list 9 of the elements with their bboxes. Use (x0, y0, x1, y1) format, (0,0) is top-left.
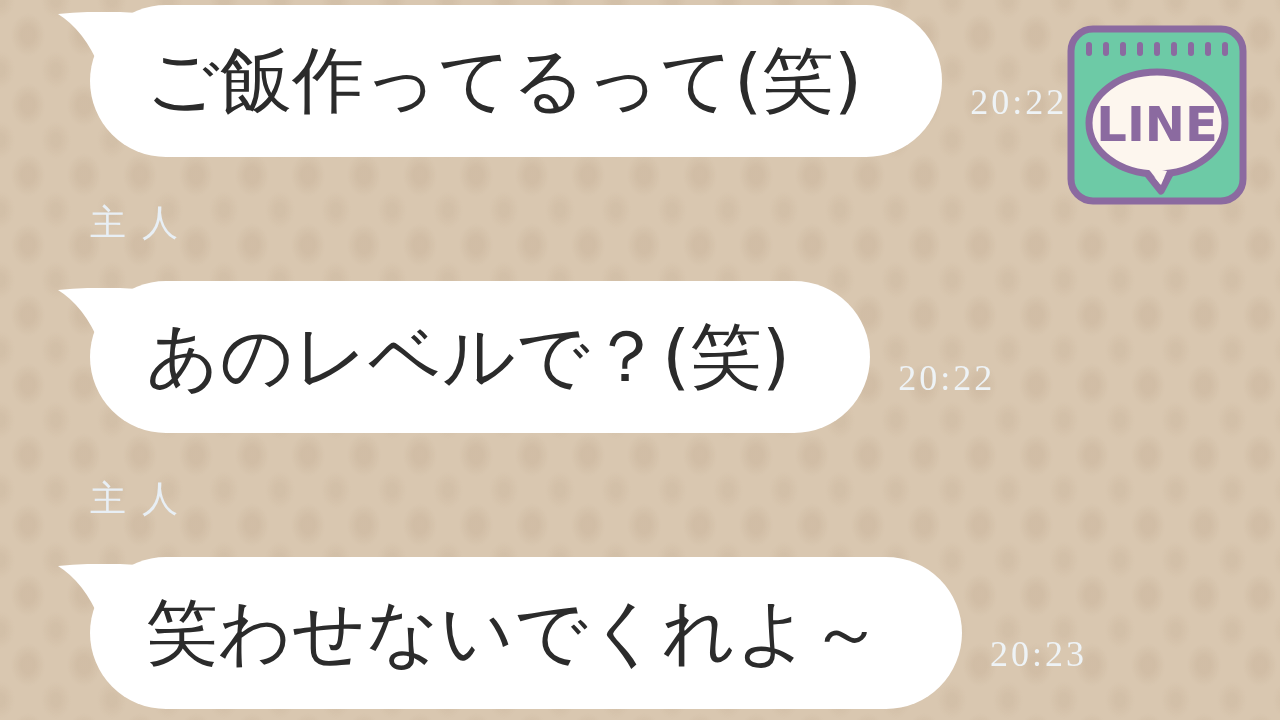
sender-name: 主人 (90, 201, 194, 245)
message-time: 20:22 (970, 81, 1068, 123)
message-bubble: 笑わせないでくれよ～ (90, 557, 962, 709)
message-bubble: あのレベルで？(笑) (90, 281, 871, 433)
message-bubble: ご飯作ってるって(笑) (90, 5, 943, 157)
sender-name: 主人 (90, 477, 194, 521)
message-time: 20:22 (898, 357, 996, 399)
message-time: 20:23 (990, 633, 1087, 675)
app-logo: LINE (1067, 25, 1247, 205)
